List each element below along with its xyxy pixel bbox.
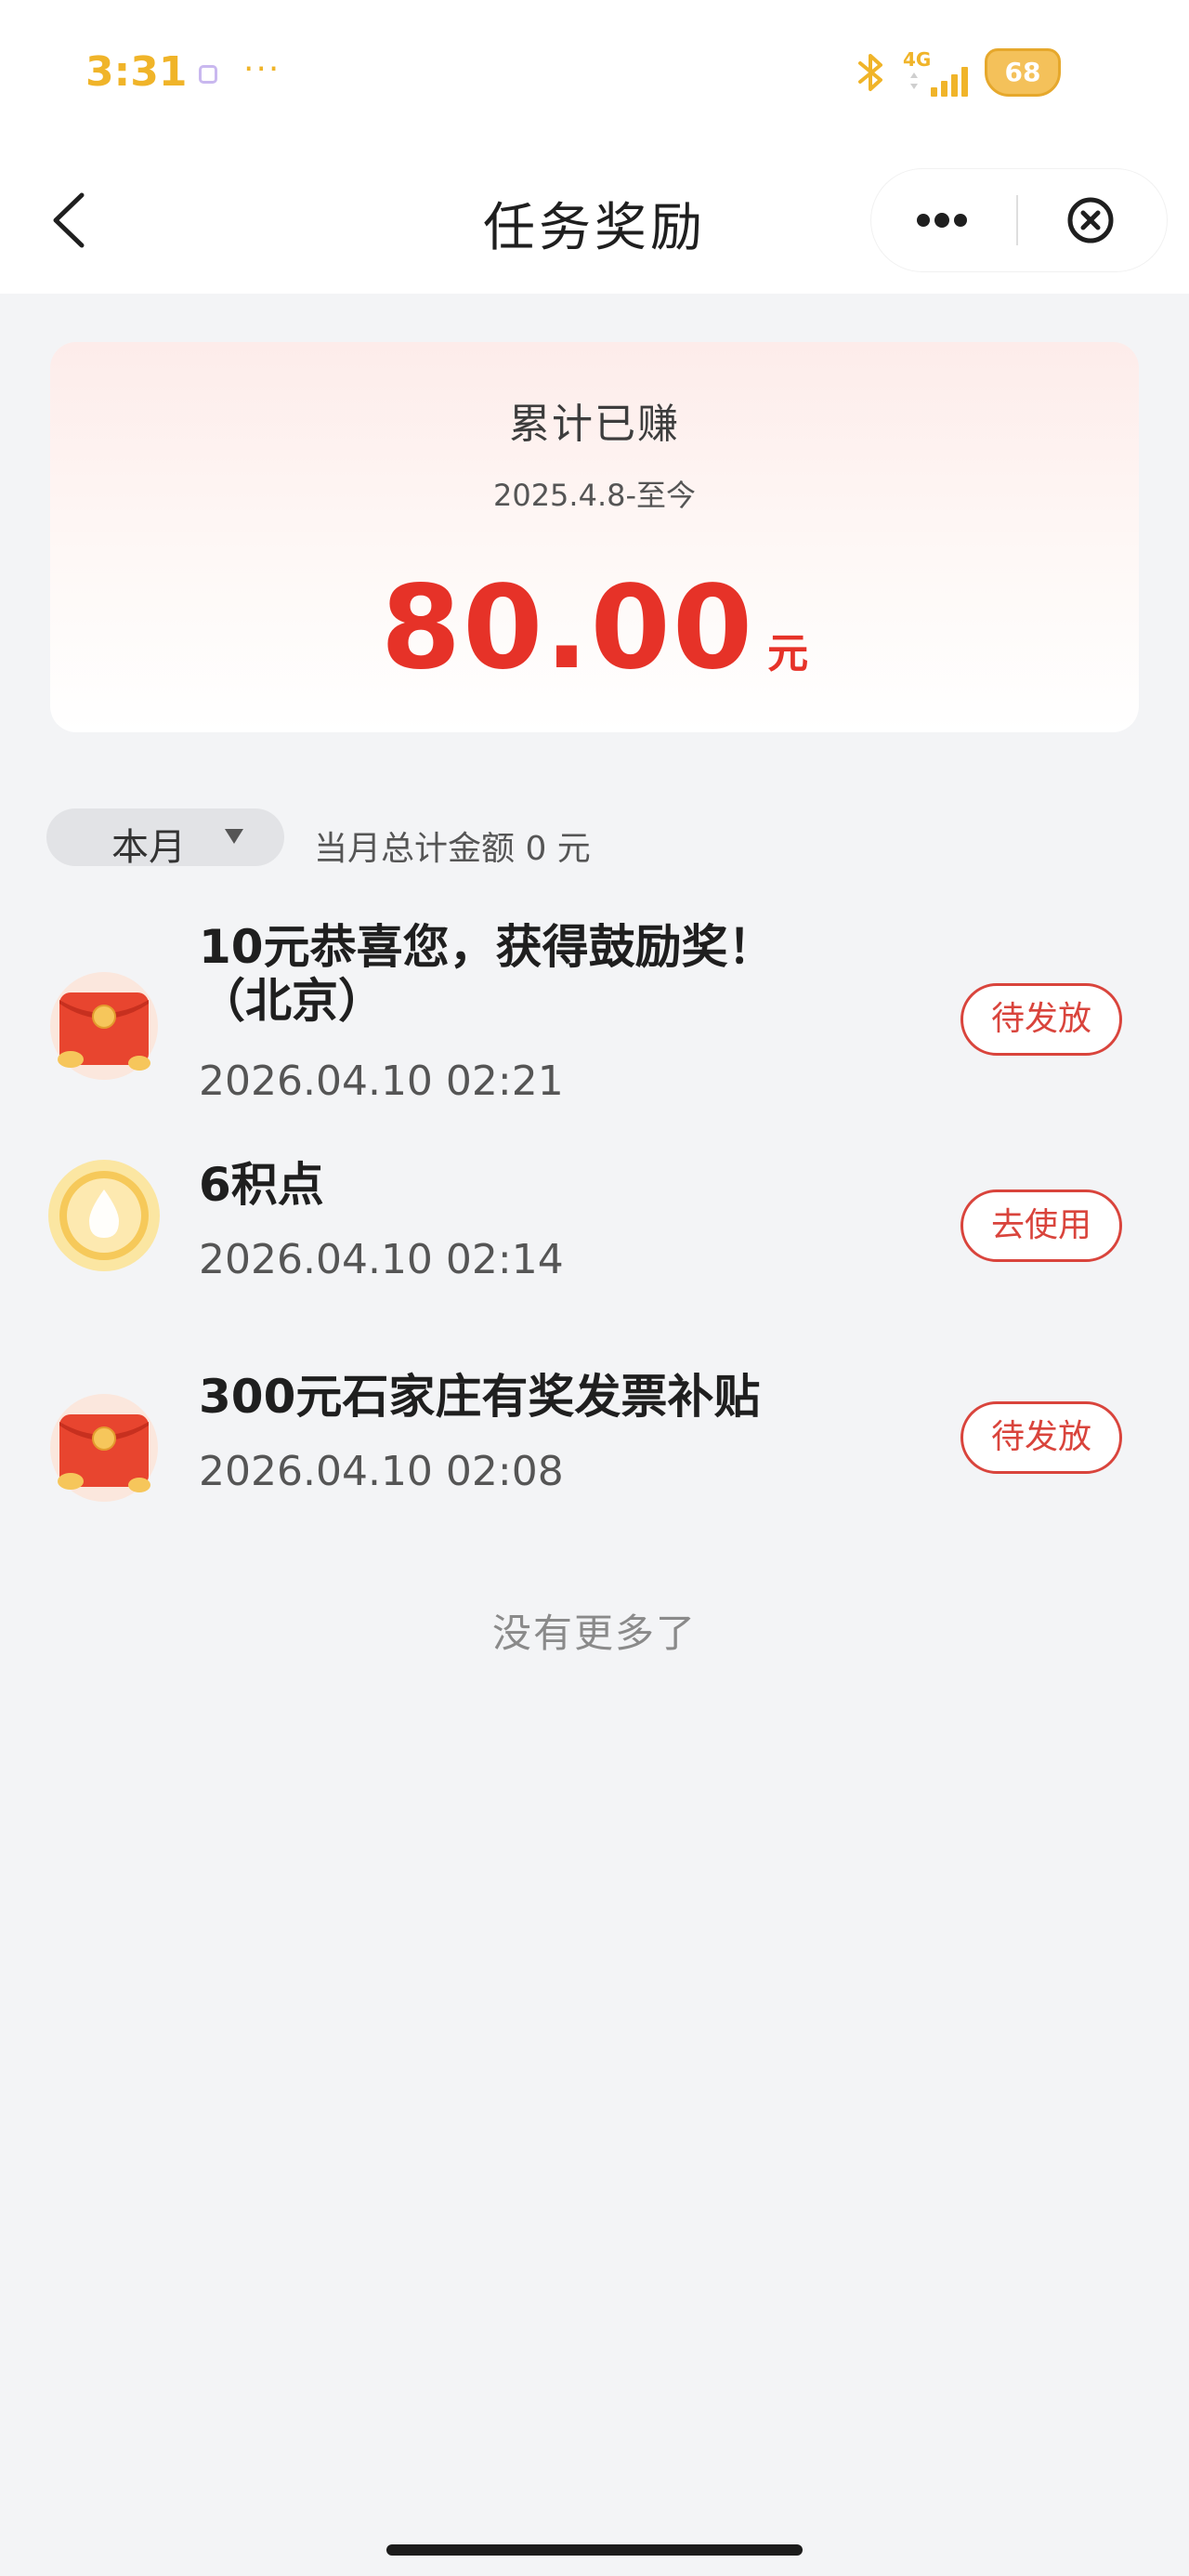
month-total-text: 当月总计金额 0 元	[314, 830, 591, 868]
points-drop-icon	[48, 1160, 160, 1271]
reward-title: 6积点	[199, 1158, 324, 1212]
summary-period: 2025.4.8-至今	[492, 478, 697, 513]
month-filter-select[interactable]: 本月	[46, 808, 284, 869]
caret-down-icon	[225, 829, 243, 844]
nav-bar: 任务奖励	[0, 149, 1189, 294]
signal-icon	[910, 67, 968, 97]
close-button[interactable]	[1020, 169, 1167, 271]
reward-title: 300元石家庄有奖发票补贴	[199, 1370, 761, 1424]
status-indicators: 4G 68	[855, 45, 1133, 104]
more-button[interactable]	[871, 169, 1018, 271]
reward-time: 2026.04.10 02:08	[199, 1448, 564, 1495]
reward-title: 10元恭喜您，获得鼓励奖！（北京）	[199, 920, 775, 1028]
red-envelope-icon	[50, 972, 158, 1080]
reward-action-button[interactable]: 待发放	[960, 983, 1122, 1056]
reward-action-button[interactable]: 待发放	[960, 1401, 1122, 1474]
summary-amount-row: 80.00 元	[50, 561, 1139, 695]
status-time: 3:31	[85, 48, 188, 96]
battery-indicator: 68	[985, 48, 1061, 97]
summary-amount: 80.00	[380, 561, 755, 695]
home-indicator[interactable]	[386, 2544, 803, 2556]
status-more-dots: ···	[243, 50, 281, 88]
close-circle-icon	[1067, 197, 1114, 243]
red-envelope-icon	[50, 1394, 158, 1502]
capsule-divider	[1016, 195, 1018, 245]
more-dots-icon	[917, 213, 967, 228]
summary-title: 累计已赚	[509, 401, 680, 448]
month-filter-label: 本月	[111, 826, 186, 869]
reward-action-button[interactable]: 去使用	[960, 1189, 1122, 1262]
filter-row: 本月 当月总计金额 0 元	[46, 808, 1143, 869]
mini-program-capsule	[871, 169, 1167, 271]
summary-unit: 元	[767, 630, 809, 677]
app-notification-icon	[199, 65, 217, 84]
status-bar: 3:31 ··· 4G 68	[0, 0, 1189, 149]
earnings-summary-card: 累计已赚 2025.4.8-至今 80.00 元	[50, 342, 1139, 732]
reward-time: 2026.04.10 02:14	[199, 1236, 564, 1283]
reward-time: 2026.04.10 02:21	[199, 1058, 564, 1105]
bluetooth-icon	[858, 54, 882, 91]
no-more-text: 没有更多了	[491, 1610, 697, 1656]
